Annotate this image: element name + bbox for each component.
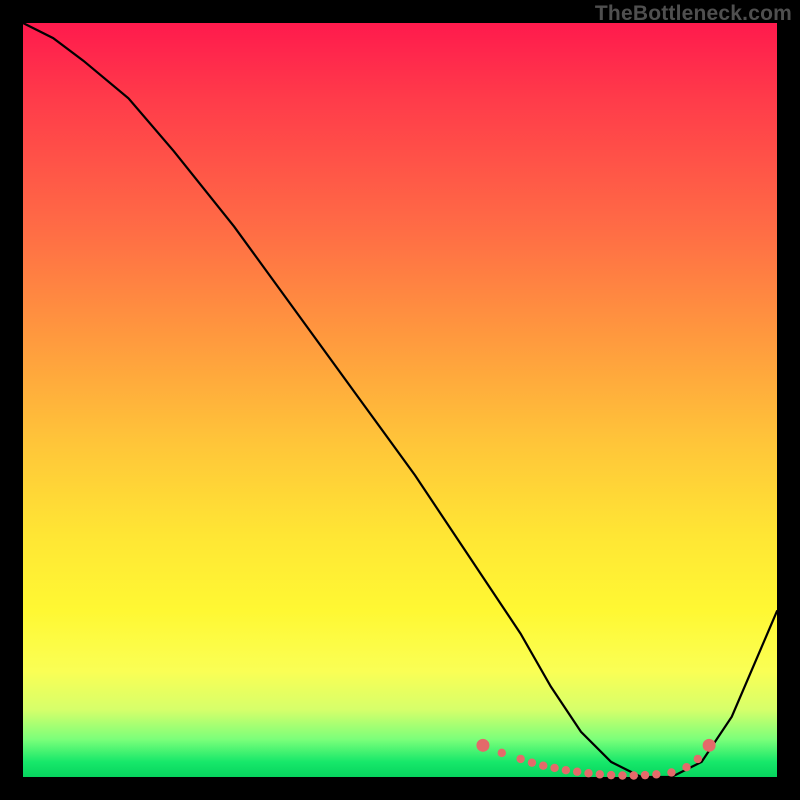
optimal-marker-dot — [539, 761, 547, 769]
optimal-marker-dot — [652, 770, 660, 778]
optimal-marker-dot — [694, 755, 702, 763]
optimal-marker-dot — [584, 769, 592, 777]
bottleneck-curve — [23, 23, 777, 777]
optimal-marker-dot — [607, 771, 615, 779]
optimal-marker-dot — [682, 763, 690, 771]
optimal-marker-dot — [528, 758, 536, 766]
optimal-marker-dot — [703, 739, 716, 752]
optimal-marker-dot — [618, 771, 626, 779]
chart-frame: TheBottleneck.com — [0, 0, 800, 800]
optimal-marker-dot — [641, 771, 649, 779]
optimal-marker-dot — [573, 768, 581, 776]
optimal-marker-dot — [667, 768, 675, 776]
optimal-marker-dot — [476, 739, 489, 752]
optimal-marker-dot — [498, 749, 506, 757]
optimal-marker-dot — [596, 770, 604, 778]
optimal-marker-dot — [562, 766, 570, 774]
optimal-marker-dot — [630, 771, 638, 779]
chart-svg — [23, 23, 777, 777]
optimal-marker-dot — [516, 755, 524, 763]
watermark-text: TheBottleneck.com — [595, 2, 792, 26]
optimal-marker-dot — [550, 764, 558, 772]
